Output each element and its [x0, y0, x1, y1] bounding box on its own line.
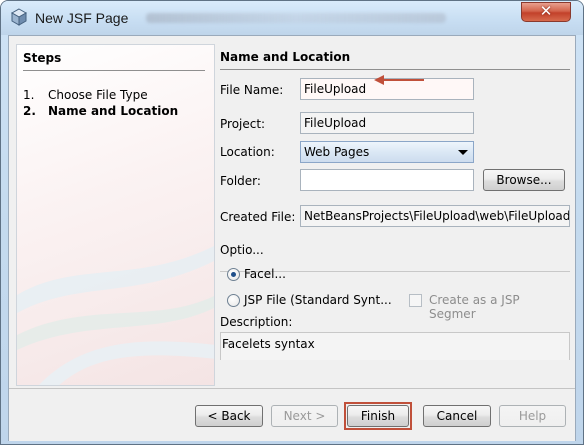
next-button[interactable]: Next >: [271, 405, 338, 427]
file-name-label: File Name:: [220, 83, 284, 97]
finish-button[interactable]: Finish: [347, 405, 409, 427]
section-heading: Name and Location: [220, 50, 351, 64]
back-button[interactable]: < Back: [195, 405, 263, 427]
name-and-location-panel: Name and Location File Name: FileUpload …: [214, 44, 570, 386]
dialog-body: Steps 1. Choose File Type 2. Name and Loca…: [8, 35, 576, 441]
close-button[interactable]: ✕: [521, 2, 571, 22]
created-file-label: Created File:: [220, 210, 296, 224]
help-button[interactable]: Help: [499, 405, 566, 427]
netbeans-cube-icon: [10, 8, 28, 26]
step-number: 2.: [23, 104, 36, 118]
location-label: Location:: [220, 145, 275, 159]
description-label: Description:: [220, 315, 293, 329]
facelets-label: Facel...: [244, 267, 286, 281]
folder-field[interactable]: [300, 169, 474, 191]
jsp-segment-checkbox[interactable]: [409, 294, 422, 307]
options-heading: Optio...: [220, 243, 264, 257]
title-bar: New JSF Page ✕: [1, 1, 583, 35]
step-number: 1.: [23, 88, 35, 102]
jsp-segment-label: Create as a JSP Segmer: [429, 293, 520, 321]
blurred-title-path: [146, 13, 446, 23]
step-label: Choose File Type: [48, 88, 148, 102]
window-title: New JSF Page: [35, 10, 129, 26]
steps-divider: [23, 70, 205, 71]
annotation-arrow: [374, 75, 424, 85]
created-file-field: NetBeansProjects\FileUpload\web\FileUplo…: [300, 205, 570, 227]
steps-panel: Steps 1. Choose File Type 2. Name and Loca…: [16, 44, 215, 386]
description-box: Facelets syntax: [220, 332, 570, 360]
project-field: FileUpload: [300, 112, 474, 134]
steps-heading: Steps: [23, 51, 62, 65]
location-select[interactable]: Web Pages: [300, 141, 474, 163]
step-choose-file-type: 1. Choose File Type: [23, 88, 148, 102]
location-selected-value: Web Pages: [304, 145, 370, 159]
folder-label: Folder:: [220, 174, 261, 188]
step-name-and-location: 2. Name and Location: [23, 104, 178, 118]
step-label: Name and Location: [48, 104, 179, 118]
facelets-radio[interactable]: [227, 268, 240, 281]
chevron-down-icon: [458, 150, 468, 155]
wizard-button-bar: < Back Next > Finish Cancel Help: [9, 388, 575, 441]
new-jsf-page-dialog: New JSF Page ✕ Steps 1. Choose File Type …: [0, 0, 584, 445]
browse-button[interactable]: Browse...: [483, 169, 565, 191]
cancel-button[interactable]: Cancel: [423, 405, 491, 427]
section-divider: [220, 69, 570, 70]
project-label: Project:: [220, 117, 266, 131]
jsp-file-label: JSP File (Standard Synt...: [244, 293, 392, 307]
close-icon: ✕: [539, 2, 553, 20]
jsp-file-radio[interactable]: [227, 294, 240, 307]
